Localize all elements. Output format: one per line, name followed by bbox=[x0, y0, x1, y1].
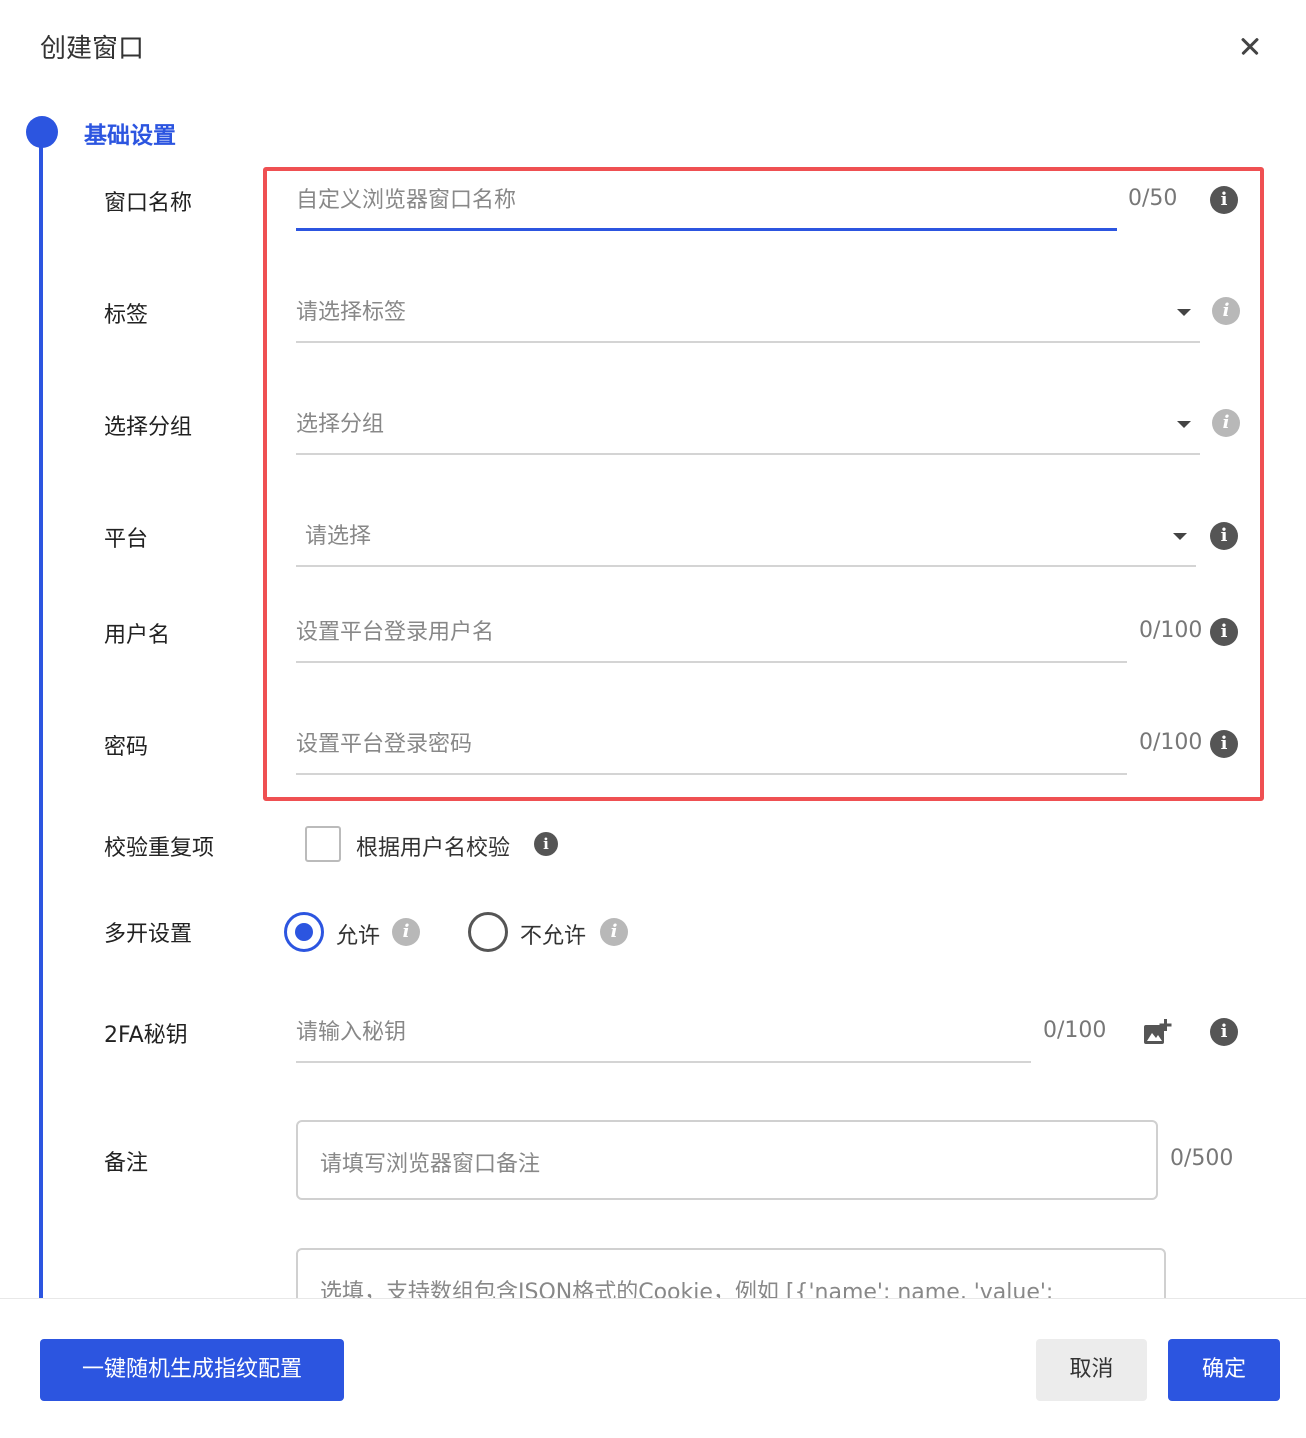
password-field[interactable] bbox=[296, 724, 1126, 764]
radio-disallow-label[interactable]: 不允许 bbox=[520, 918, 586, 950]
radio-disallow[interactable] bbox=[468, 912, 508, 952]
info-icon[interactable]: i bbox=[534, 832, 558, 856]
twofa-label: 2FA秘钥 bbox=[104, 1023, 188, 1048]
remark-placeholder: 请填写浏览器窗口备注 bbox=[320, 1152, 541, 1177]
platform-select[interactable] bbox=[305, 516, 1165, 556]
username-underline bbox=[296, 661, 1127, 663]
group-input[interactable] bbox=[296, 404, 1166, 444]
group-select[interactable] bbox=[296, 404, 1166, 444]
info-icon[interactable]: i bbox=[1210, 1018, 1238, 1046]
group-label: 选择分组 bbox=[104, 415, 193, 440]
info-icon[interactable]: i bbox=[1210, 618, 1238, 646]
chevron-down-icon[interactable] bbox=[1177, 309, 1191, 316]
group-underline bbox=[296, 453, 1200, 455]
dialog-title: 创建窗口 bbox=[40, 34, 145, 64]
remark-textarea[interactable]: 请填写浏览器窗口备注 bbox=[296, 1120, 1158, 1200]
image-add-icon[interactable] bbox=[1142, 1018, 1172, 1046]
tags-label: 标签 bbox=[104, 303, 149, 328]
platform-input[interactable] bbox=[305, 516, 1165, 556]
window-name-label: 窗口名称 bbox=[104, 191, 193, 216]
step-dot bbox=[26, 116, 58, 148]
username-counter: 0/100 bbox=[1139, 618, 1203, 643]
username-input[interactable] bbox=[296, 612, 1126, 652]
username-label: 用户名 bbox=[104, 623, 171, 648]
radio-allow-label[interactable]: 允许 bbox=[336, 918, 380, 950]
step-rail bbox=[39, 130, 43, 1298]
radio-allow[interactable] bbox=[284, 912, 324, 952]
close-icon[interactable] bbox=[1232, 28, 1268, 64]
tags-select[interactable] bbox=[296, 292, 1166, 332]
info-icon[interactable]: i bbox=[1212, 409, 1240, 437]
dedupe-checkbox[interactable] bbox=[305, 826, 341, 862]
info-icon[interactable]: i bbox=[1212, 297, 1240, 325]
twofa-underline bbox=[296, 1061, 1031, 1063]
twofa-field[interactable] bbox=[296, 1012, 1026, 1052]
step-title: 基础设置 bbox=[84, 123, 176, 149]
chevron-down-icon[interactable] bbox=[1177, 421, 1191, 428]
cancel-button[interactable]: 取消 bbox=[1036, 1339, 1147, 1401]
window-name-input[interactable] bbox=[296, 180, 1116, 220]
window-name-field[interactable] bbox=[296, 180, 1116, 220]
username-field[interactable] bbox=[296, 612, 1126, 652]
remark-label: 备注 bbox=[104, 1151, 149, 1176]
multi-open-label: 多开设置 bbox=[104, 922, 193, 947]
info-icon[interactable]: i bbox=[1210, 522, 1238, 550]
password-input[interactable] bbox=[296, 724, 1126, 764]
window-name-underline bbox=[296, 228, 1117, 231]
info-icon[interactable]: i bbox=[1210, 186, 1238, 214]
random-fingerprint-button[interactable]: 一键随机生成指纹配置 bbox=[40, 1339, 344, 1401]
info-icon[interactable]: i bbox=[600, 918, 628, 946]
chevron-down-icon[interactable] bbox=[1173, 533, 1187, 540]
platform-underline bbox=[296, 565, 1196, 567]
dialog-footer: 一键随机生成指纹配置 取消 确定 bbox=[0, 1298, 1306, 1438]
dedupe-checkbox-label[interactable]: 根据用户名校验 bbox=[356, 830, 510, 862]
remark-counter: 0/500 bbox=[1170, 1146, 1234, 1171]
info-icon[interactable]: i bbox=[1210, 730, 1238, 758]
window-name-counter: 0/50 bbox=[1128, 186, 1178, 211]
twofa-input[interactable] bbox=[296, 1012, 1026, 1052]
password-counter: 0/100 bbox=[1139, 730, 1203, 755]
tags-input[interactable] bbox=[296, 292, 1166, 332]
password-label: 密码 bbox=[104, 735, 149, 760]
dedupe-label: 校验重复项 bbox=[104, 836, 215, 861]
highlight-box bbox=[263, 167, 1264, 801]
confirm-button[interactable]: 确定 bbox=[1168, 1339, 1280, 1401]
twofa-counter: 0/100 bbox=[1043, 1018, 1107, 1043]
password-underline bbox=[296, 773, 1127, 775]
tags-underline bbox=[296, 341, 1200, 343]
platform-label: 平台 bbox=[104, 527, 149, 552]
info-icon[interactable]: i bbox=[392, 918, 420, 946]
